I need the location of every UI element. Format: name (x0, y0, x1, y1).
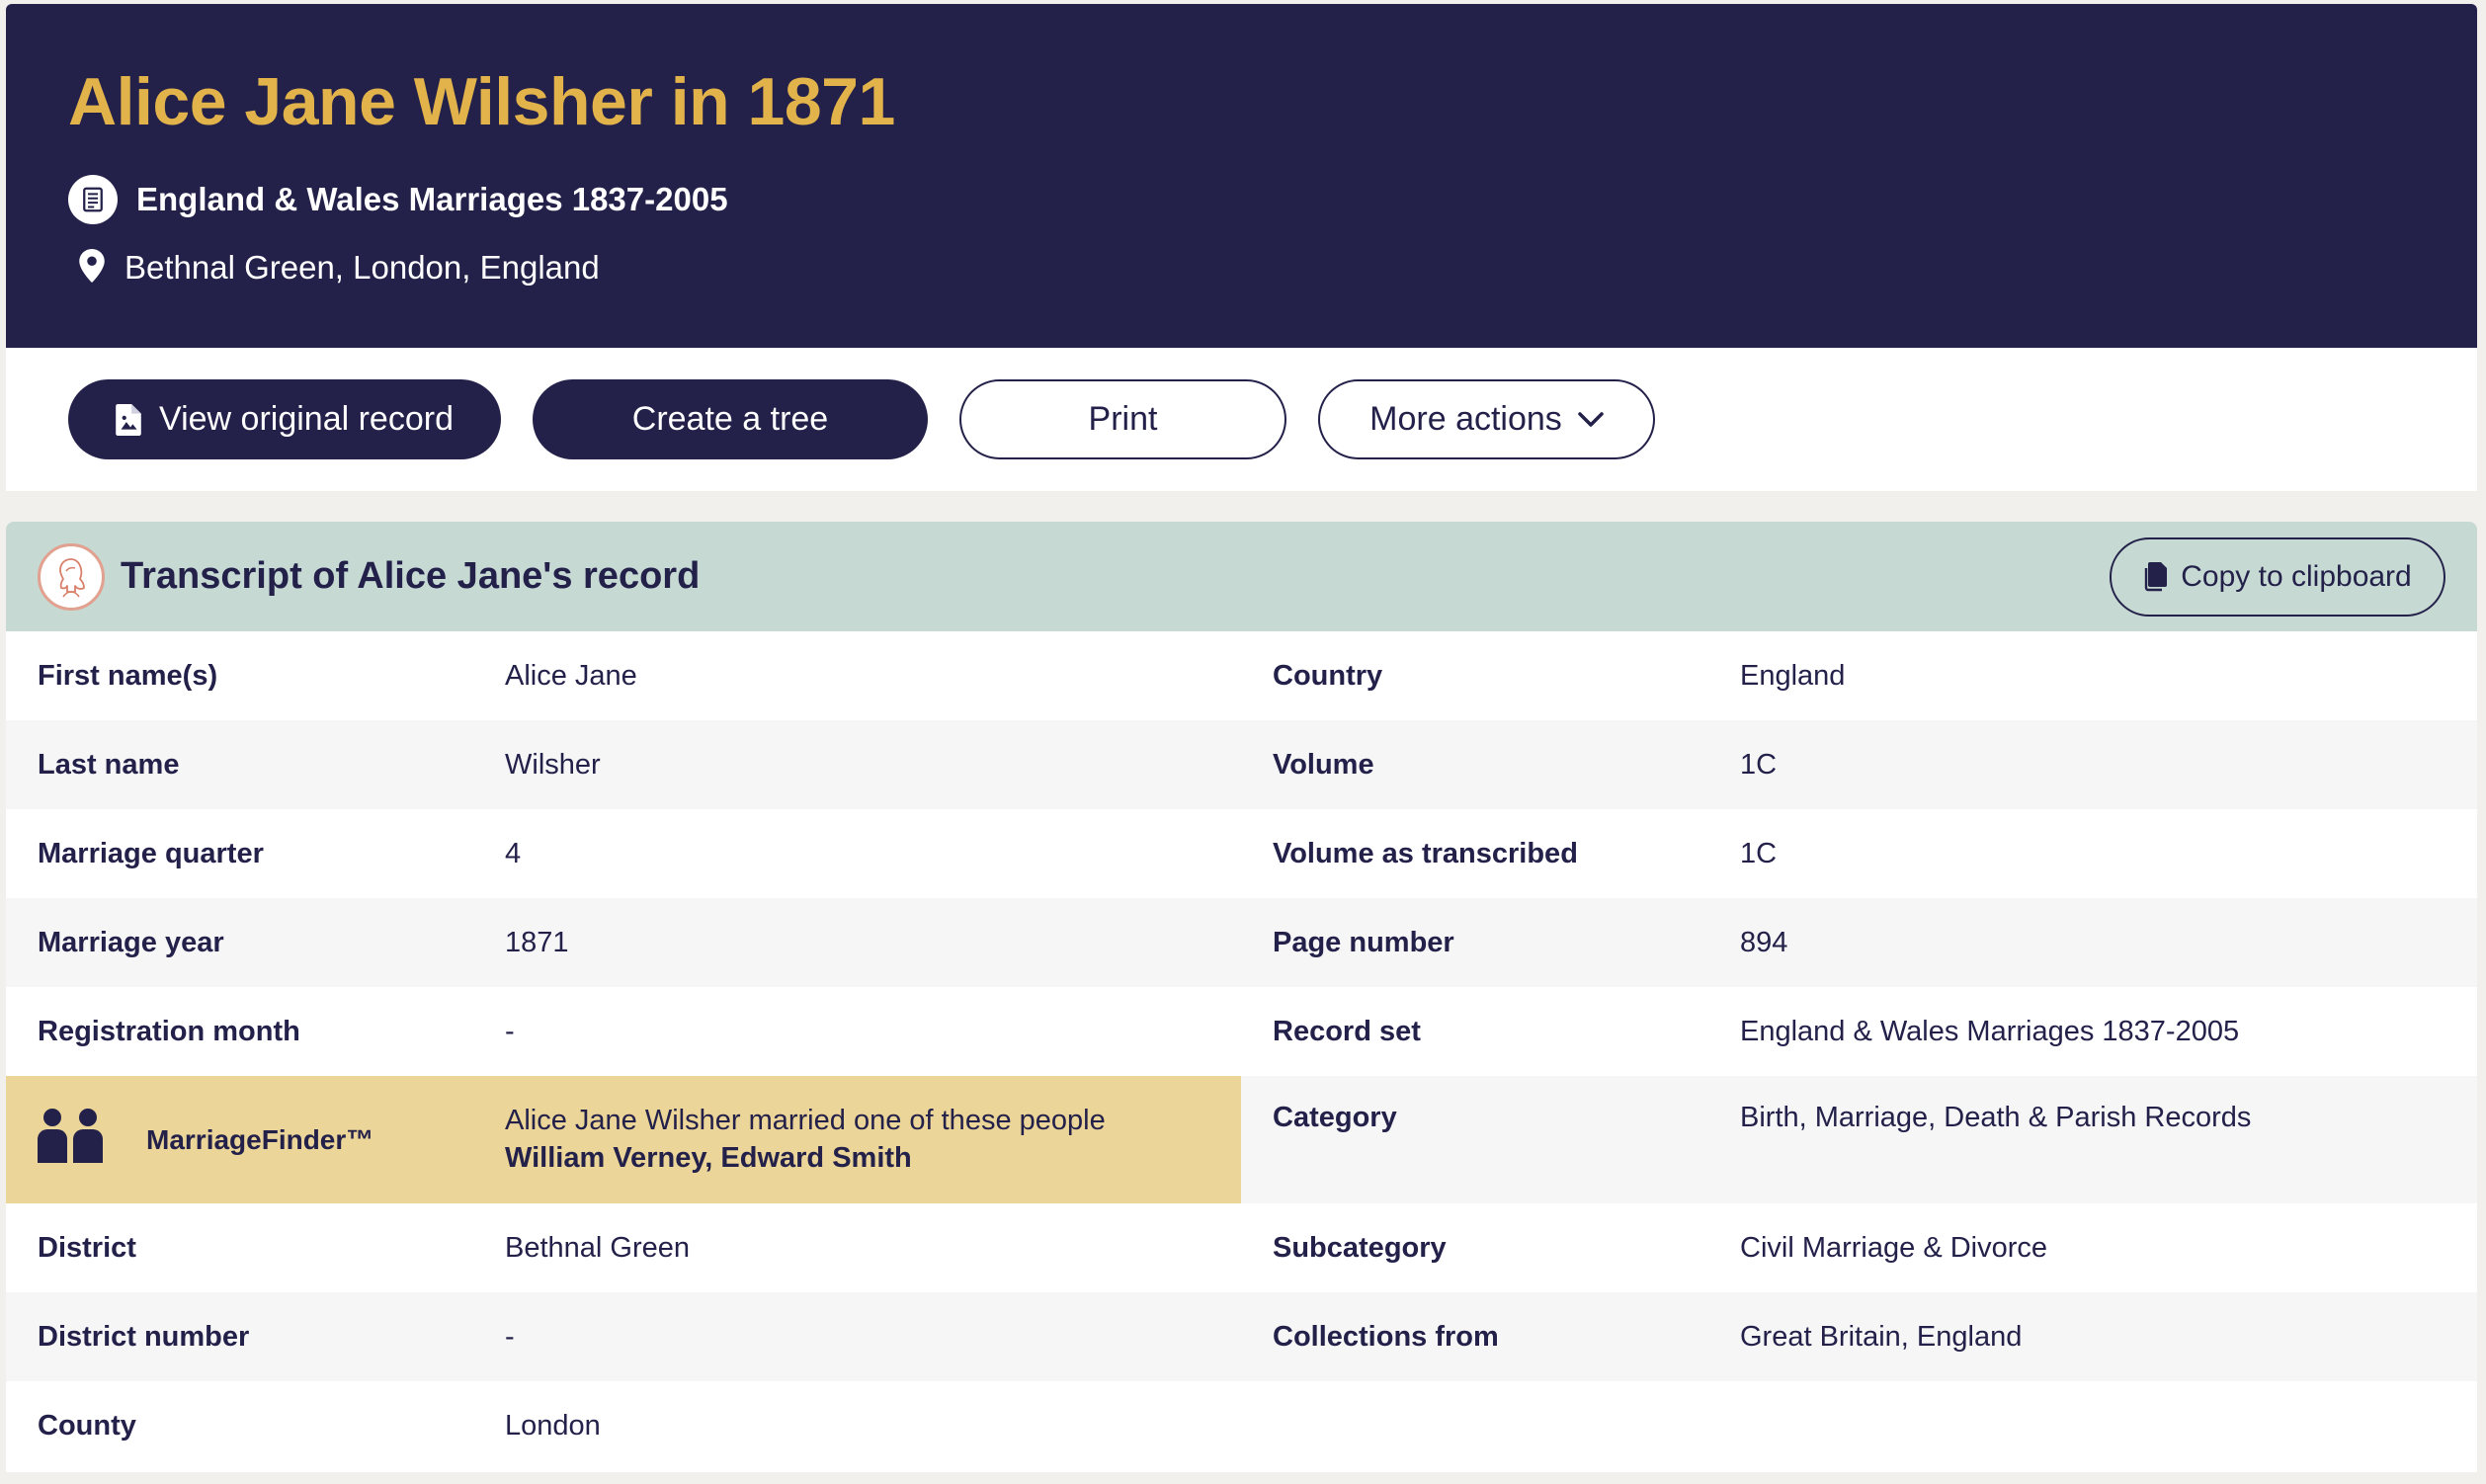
print-button[interactable]: Print (959, 379, 1286, 459)
field-value: Birth, Marriage, Death & Parish Records (1740, 1102, 2252, 1133)
clipboard-icon (2143, 562, 2168, 592)
table-row: District number - Collections from Great… (6, 1292, 2477, 1381)
create-tree-label: Create a tree (631, 400, 829, 438)
marriage-finder-description: Alice Jane Wilsher married one of these … (505, 1105, 1106, 1136)
field-label: Marriage year (38, 926, 224, 958)
more-actions-label: More actions (1369, 400, 1562, 438)
field-label: Marriage quarter (38, 837, 264, 869)
marriage-finder-name: MarriageFinder™ (146, 1123, 374, 1155)
field-label: Record set (1273, 1015, 1421, 1047)
field-label: Collections from (1273, 1320, 1499, 1353)
marriage-finder-panel: MarriageFinder™ Alice Jane Wilsher marri… (6, 1076, 1241, 1203)
field-value: Civil Marriage & Divorce (1740, 1231, 2048, 1264)
field-label: Registration month (38, 1015, 300, 1047)
field-label: First name(s) (38, 659, 218, 692)
field-label: Country (1273, 659, 1383, 692)
table-row: District Bethnal Green Subcategory Civil… (6, 1203, 2477, 1292)
field-label: Volume (1273, 748, 1374, 781)
field-label: Last name (38, 748, 180, 781)
transcript-panel: Transcript of Alice Jane's record Copy t… (6, 522, 2477, 1472)
field-value: 1C (1740, 748, 1778, 781)
field-label: Volume as transcribed (1273, 837, 1578, 869)
record-header: Alice Jane Wilsher in 1871 England & Wal… (6, 4, 2477, 348)
table-row: MarriageFinder™ Alice Jane Wilsher marri… (6, 1076, 2477, 1203)
field-value: - (505, 1015, 515, 1047)
portrait-icon (38, 542, 105, 611)
page-title: Alice Jane Wilsher in 1871 (68, 64, 895, 139)
location-pin-icon (79, 248, 105, 288)
record-set-title: England & Wales Marriages 1837-2005 (136, 181, 728, 217)
field-value: 1C (1740, 837, 1778, 869)
field-value: 894 (1740, 926, 1788, 958)
transcript-header: Transcript of Alice Jane's record Copy t… (6, 522, 2477, 631)
more-actions-button[interactable]: More actions (1318, 379, 1655, 459)
field-label: County (38, 1409, 136, 1442)
field-value: England & Wales Marriages 1837-2005 (1740, 1015, 2240, 1047)
field-value: Bethnal Green (505, 1231, 691, 1264)
location-row: Bethnal Green, London, England (79, 241, 600, 294)
field-value: 1871 (505, 926, 569, 958)
view-original-label: View original record (159, 400, 454, 438)
table-row: County London (6, 1381, 2477, 1470)
create-tree-button[interactable]: Create a tree (533, 379, 928, 459)
field-value: England (1740, 659, 1846, 692)
document-image-icon (116, 403, 141, 436)
view-original-record-button[interactable]: View original record (68, 379, 501, 459)
document-icon (68, 175, 118, 224)
chevron-down-icon (1578, 411, 1604, 428)
field-value: - (505, 1320, 515, 1353)
table-row: Registration month - Record set England … (6, 987, 2477, 1076)
location-text: Bethnal Green, London, England (124, 249, 600, 286)
table-row: Marriage year 1871 Page number 894 (6, 898, 2477, 987)
field-label: Subcategory (1273, 1231, 1447, 1264)
field-value: London (505, 1409, 601, 1442)
copy-label: Copy to clipboard (2181, 560, 2412, 593)
transcript-table: First name(s) Alice Jane Country England… (6, 631, 2477, 1470)
action-bar: View original record Create a tree Print… (6, 348, 2477, 491)
field-label: Category (1273, 1102, 1397, 1133)
field-value: Alice Jane (505, 659, 637, 692)
marriage-finder-text: Alice Jane Wilsher married one of these … (505, 1102, 1106, 1177)
table-row: Last name Wilsher Volume 1C (6, 720, 2477, 809)
transcript-title: Transcript of Alice Jane's record (121, 555, 701, 597)
field-label: Page number (1273, 926, 1454, 958)
print-label: Print (1088, 400, 1158, 438)
table-row: First name(s) Alice Jane Country England (6, 631, 2477, 720)
field-value: 4 (505, 837, 522, 869)
field-value: Great Britain, England (1740, 1320, 2023, 1353)
field-label: District number (38, 1320, 250, 1353)
field-value: Wilsher (505, 748, 601, 781)
copy-to-clipboard-button[interactable]: Copy to clipboard (2110, 537, 2445, 617)
field-label: District (38, 1231, 136, 1264)
table-row: Marriage quarter 4 Volume as transcribed… (6, 809, 2477, 898)
marriage-finder-people-link[interactable]: William Verney, Edward Smith (505, 1139, 1106, 1177)
people-icon (38, 1108, 103, 1168)
record-set-row: England & Wales Marriages 1837-2005 (68, 173, 728, 226)
